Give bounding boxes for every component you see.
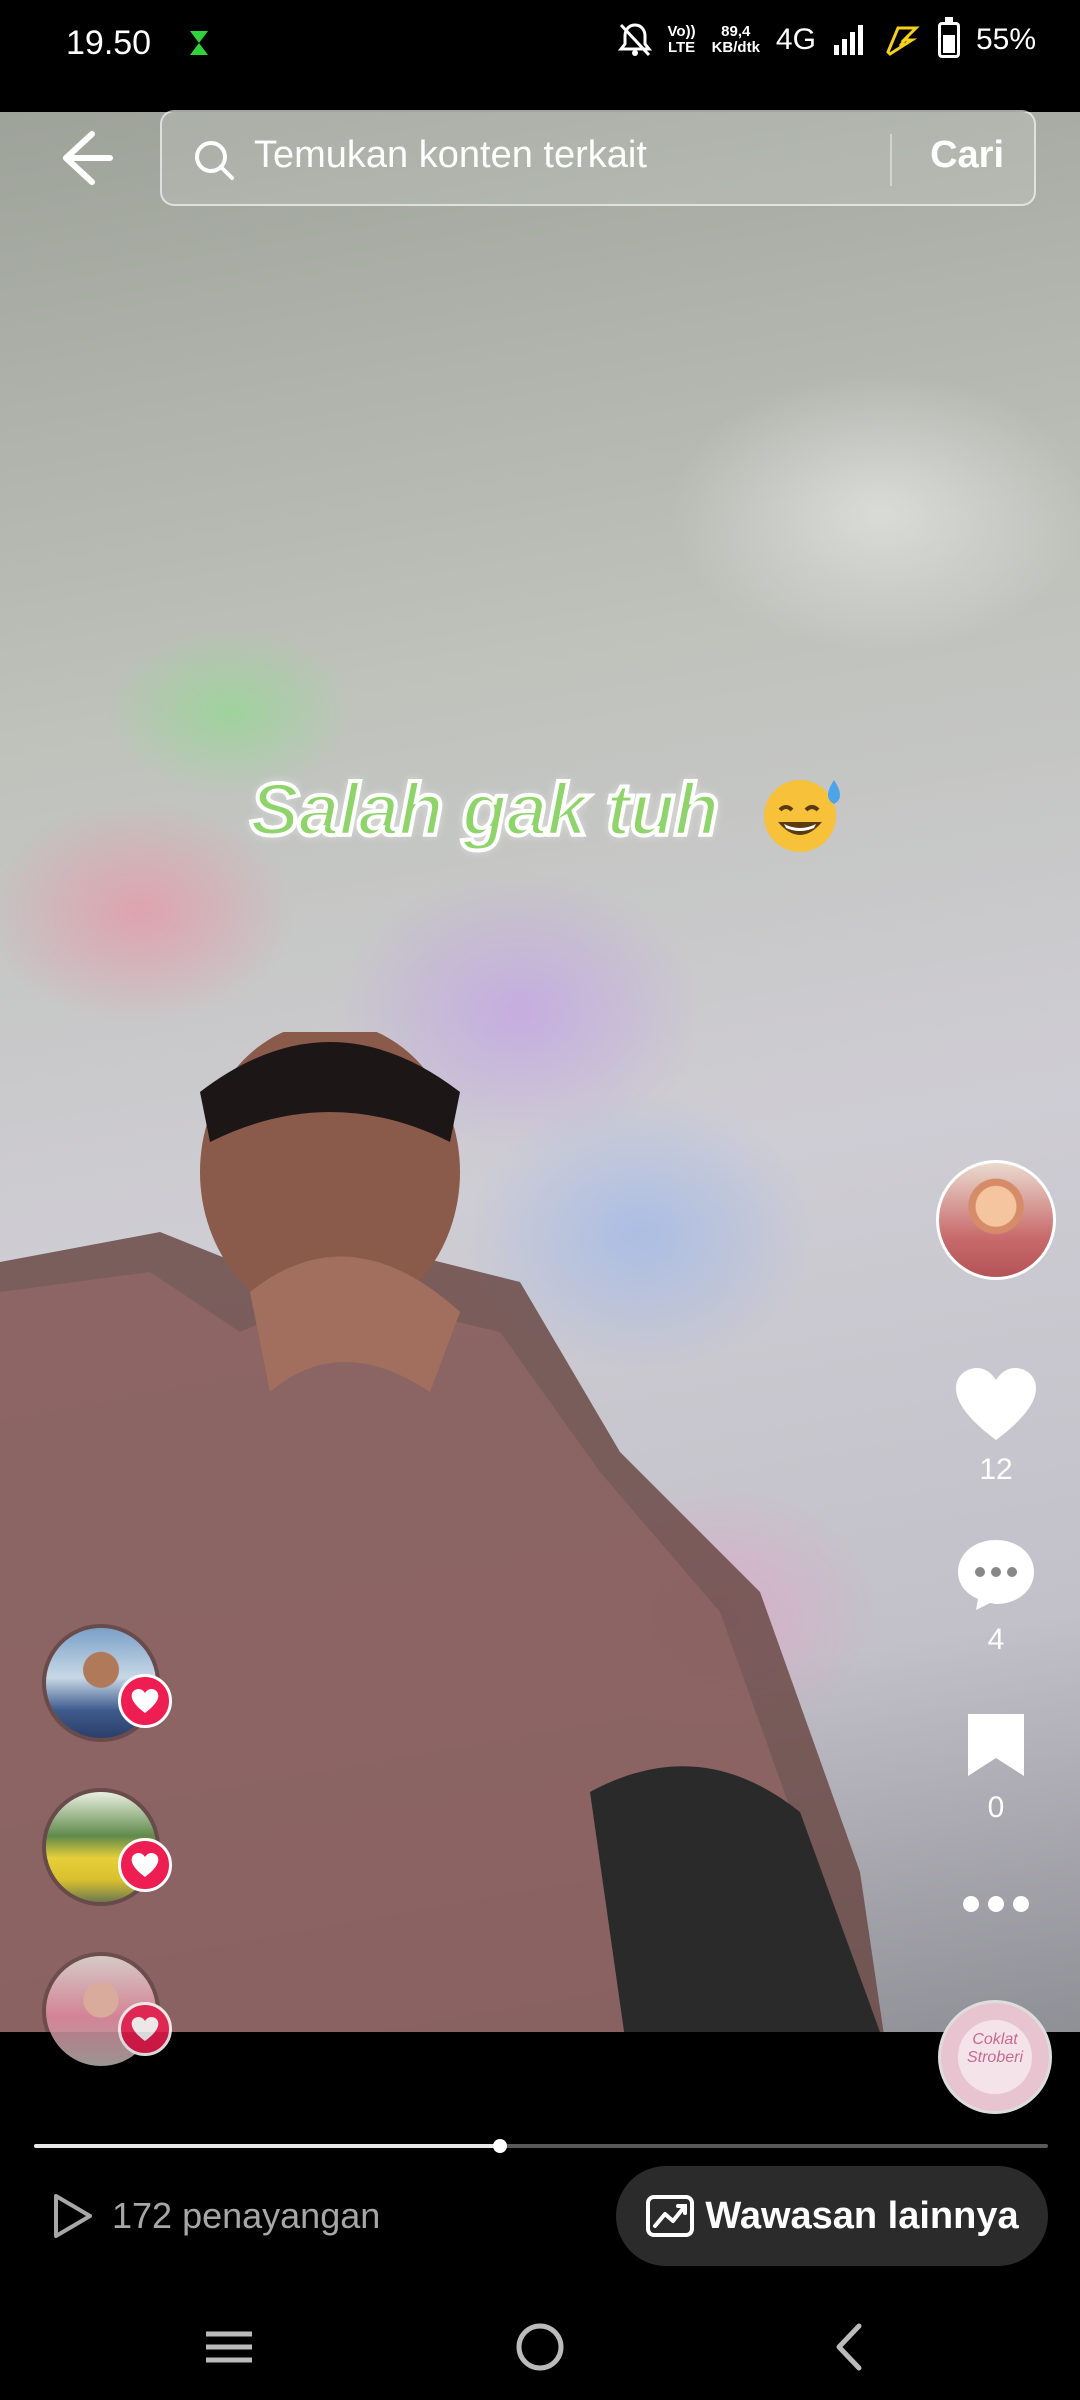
battery-icon — [937, 17, 960, 58]
comment-icon — [958, 1540, 1034, 1610]
back-arrow-icon[interactable] — [52, 126, 116, 190]
comment-button[interactable]: 4 — [940, 1536, 1052, 1657]
search-button[interactable]: Cari — [930, 134, 1004, 177]
data-rate-unit: KB/dtk — [711, 39, 760, 56]
notifications-off-icon — [617, 23, 652, 57]
video-progress-bar[interactable] — [34, 2139, 1048, 2153]
data-rate: 89,4 KB/dtk — [712, 24, 760, 56]
music-disc-line2: Stroberi — [966, 2049, 1024, 2066]
video-player[interactable]: Salah gak tuh — [0, 112, 1080, 2144]
music-disc[interactable]: Coklat Stroberi — [938, 2000, 1052, 2114]
data-rate-value: 89,4 — [721, 23, 751, 40]
bookmark-icon — [968, 1714, 1024, 1776]
battery-level: 55% — [975, 23, 1036, 56]
music-disc-line1: Coklat — [972, 2031, 1018, 2048]
liker-heart-badge — [118, 2002, 172, 2056]
network-type: 4G — [775, 23, 816, 56]
play-icon — [54, 2194, 92, 2238]
more-insights-label: Wawasan lainnya — [705, 2194, 1019, 2237]
liker-avatar[interactable] — [42, 1952, 172, 2070]
home-icon[interactable] — [505, 2312, 575, 2382]
liker-avatar[interactable] — [42, 1624, 172, 1742]
volte-bottom: LTE — [667, 39, 696, 56]
charging-icon — [886, 26, 920, 56]
heart-icon — [131, 1689, 159, 1713]
analytics-chart-icon — [646, 2195, 695, 2237]
save-button[interactable]: 0 — [940, 1710, 1052, 1825]
creator-avatar[interactable] — [936, 1160, 1056, 1280]
status-bar: 19.50 Vo)) LTE 89,4 KB/dtk 4G 55% — [0, 0, 1080, 112]
comment-count: 4 — [987, 1623, 1005, 1656]
heart-icon — [956, 1368, 1036, 1440]
system-nav-bar — [0, 2290, 1080, 2400]
liker-avatar[interactable] — [42, 1788, 172, 1906]
search-icon — [195, 141, 234, 180]
sweat-smile-emoji-icon — [764, 780, 840, 852]
search-bar[interactable]: Temukan konten terkait Cari — [160, 110, 1036, 206]
save-count: 0 — [987, 1791, 1005, 1824]
video-caption: Salah gak tuh — [248, 766, 721, 853]
hourglass-icon — [190, 31, 208, 55]
liker-heart-badge — [118, 1838, 172, 1892]
views-label: 172 penayangan — [112, 2195, 381, 2236]
volte-top: Vo)) — [667, 23, 696, 40]
more-insights-button[interactable]: Wawasan lainnya — [616, 2166, 1048, 2266]
like-button[interactable]: 12 — [940, 1366, 1052, 1487]
signal-icon — [833, 25, 863, 55]
status-time: 19.50 — [66, 24, 152, 62]
recent-apps-icon[interactable] — [194, 2312, 264, 2382]
like-count: 12 — [979, 1453, 1013, 1486]
heart-icon — [131, 2017, 159, 2041]
volte-indicator: Vo)) LTE — [668, 24, 696, 56]
search-input[interactable]: Temukan konten terkait — [254, 134, 647, 177]
views-counter: 172 penayangan — [50, 2192, 380, 2240]
liker-heart-badge — [118, 1674, 172, 1728]
more-options-button[interactable] — [940, 1892, 1052, 1921]
more-dots-icon — [963, 1896, 1029, 1912]
search-divider — [890, 134, 892, 186]
system-back-icon[interactable] — [815, 2312, 885, 2382]
status-icons: Vo)) LTE 89,4 KB/dtk 4G 55% — [617, 17, 1036, 58]
video-progress-fill — [34, 2144, 501, 2148]
heart-icon — [131, 1853, 159, 1877]
